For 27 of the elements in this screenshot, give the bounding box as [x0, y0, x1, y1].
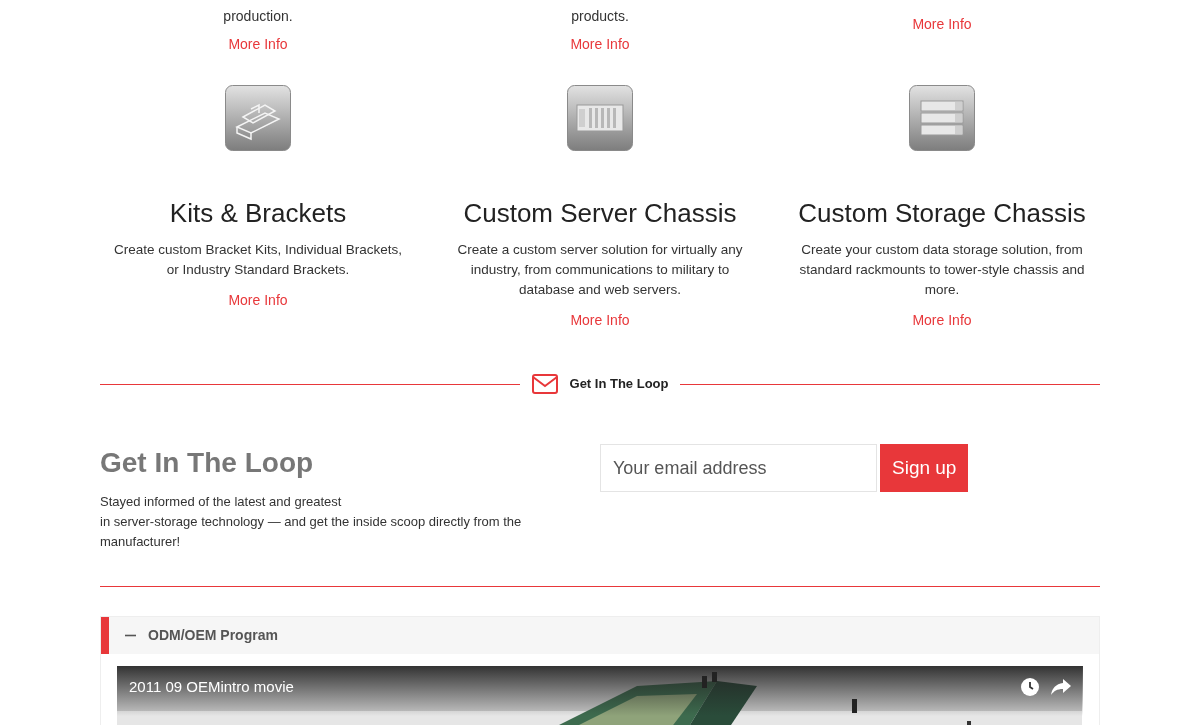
description-text: production. — [223, 7, 293, 26]
feature-description: Create a custom server solution for virtually any industry, from communications to military to database and web servers. — [456, 241, 744, 299]
feature-title: Custom Storage Chassis — [798, 197, 1086, 230]
newsletter-text: Stayed informed of the latest and greatest in server-storage technology — and get the inside scoop directly from the manufacturer! — [100, 493, 523, 551]
email-field[interactable]: Your email address — [600, 444, 877, 492]
feature-title: Kits & Brackets — [169, 197, 347, 230]
more-info-link[interactable]: More Info — [912, 14, 972, 34]
envelope-icon — [531, 374, 558, 394]
more-info-link[interactable]: More Info — [228, 34, 288, 54]
sign-up-button[interactable]: Sign up — [880, 444, 969, 492]
video-title[interactable]: 2011 09 OEMintro movie — [129, 676, 294, 699]
share-icon[interactable] — [1051, 679, 1071, 696]
server-chassis-icon — [567, 85, 633, 151]
accordion-title: ODM/OEM Program — [148, 626, 278, 645]
description-text: products. — [571, 7, 629, 26]
feature-title: Custom Server Chassis — [463, 197, 737, 230]
more-info-link[interactable]: More Info — [570, 34, 630, 54]
storage-chassis-icon — [909, 85, 975, 151]
more-info-link[interactable]: More Info — [912, 312, 972, 328]
feature-description: Create your custom data storage solution, from standard rackmounts to tower-style chassis and more. — [798, 241, 1086, 299]
more-info-link[interactable]: More Info — [228, 292, 288, 308]
feature-description: Create custom Bracket Kits, Individual Brackets, or Industry Standard Brackets. — [112, 241, 404, 279]
clock-icon[interactable] — [1021, 678, 1039, 697]
bracket-icon — [225, 85, 291, 151]
newsletter-heading: Get In The Loop — [100, 446, 315, 480]
more-info-link[interactable]: More Info — [570, 312, 630, 328]
section-divider-label: Get In The Loop — [569, 375, 669, 394]
